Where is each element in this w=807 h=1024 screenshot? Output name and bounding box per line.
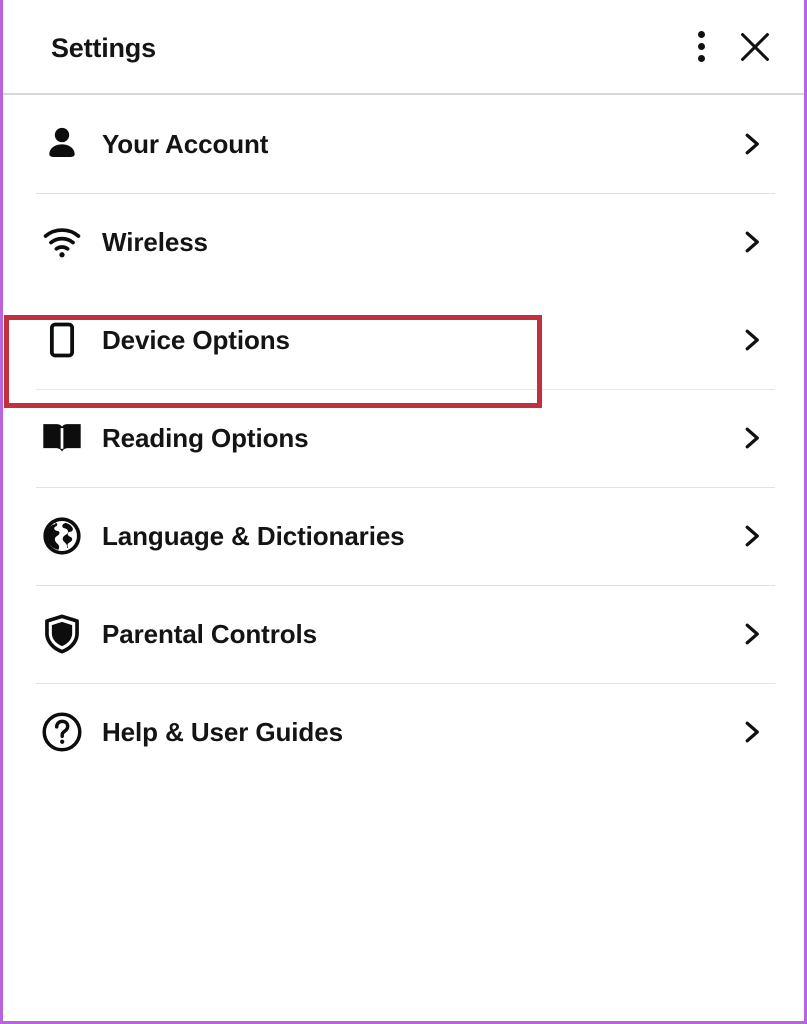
shield-icon xyxy=(36,608,88,660)
globe-icon xyxy=(36,510,88,562)
settings-window: Settings Your Account Wireless Device Op… xyxy=(0,0,807,1024)
question-mark-icon xyxy=(36,706,88,758)
chevron-right-icon[interactable] xyxy=(728,415,774,461)
settings-row-wireless[interactable]: Wireless xyxy=(3,193,804,291)
person-icon xyxy=(36,118,88,170)
settings-row-language-dictionaries[interactable]: Language & Dictionaries xyxy=(3,487,804,585)
close-button[interactable] xyxy=(728,20,782,74)
settings-row-reading-options[interactable]: Reading Options xyxy=(3,389,804,487)
settings-row-device-options[interactable]: Device Options xyxy=(3,291,804,389)
settings-row-label: Wireless xyxy=(102,226,208,257)
kebab-menu-icon xyxy=(697,31,705,62)
page-title: Settings xyxy=(51,33,156,63)
settings-row-your-account[interactable]: Your Account xyxy=(3,95,804,193)
open-book-icon xyxy=(36,412,88,464)
settings-list: Your Account Wireless Device Options Rea… xyxy=(3,95,804,1021)
empty-list-space xyxy=(3,781,804,1021)
close-icon xyxy=(738,30,772,64)
device-icon xyxy=(36,314,88,366)
chevron-right-icon[interactable] xyxy=(728,513,774,559)
settings-row-label: Your Account xyxy=(102,128,269,159)
settings-row-parental-controls[interactable]: Parental Controls xyxy=(3,585,804,683)
settings-row-help-user-guides[interactable]: Help & User Guides xyxy=(3,683,804,781)
settings-row-label: Device Options xyxy=(102,324,290,355)
chevron-right-icon[interactable] xyxy=(728,709,774,755)
chevron-right-icon[interactable] xyxy=(728,611,774,657)
title-bar: Settings xyxy=(3,0,804,95)
settings-row-label: Help & User Guides xyxy=(102,716,343,747)
settings-row-label: Language & Dictionaries xyxy=(102,520,405,551)
chevron-right-icon[interactable] xyxy=(728,317,774,363)
settings-row-label: Parental Controls xyxy=(102,618,318,649)
settings-row-label: Reading Options xyxy=(102,422,309,453)
overflow-menu-button[interactable] xyxy=(674,20,728,74)
chevron-right-icon[interactable] xyxy=(728,219,774,265)
wifi-icon xyxy=(36,216,88,268)
chevron-right-icon[interactable] xyxy=(728,121,774,167)
